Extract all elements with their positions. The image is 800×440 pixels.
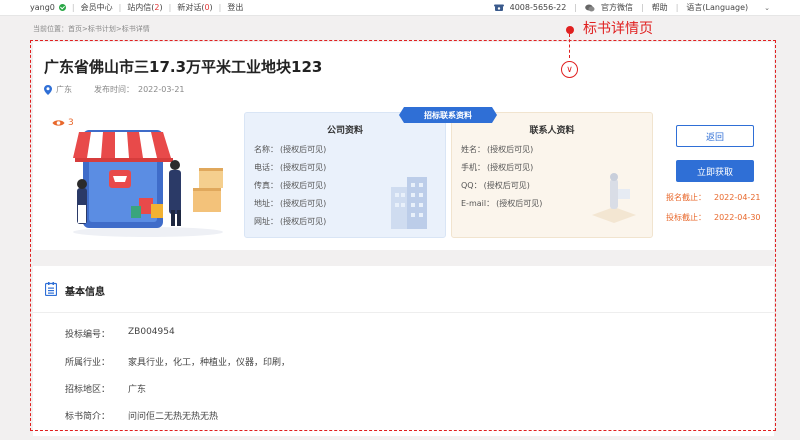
username[interactable]: yang0 [30, 3, 55, 12]
building-icon [391, 177, 427, 229]
inbox-link[interactable]: 站内信(2) [127, 2, 162, 13]
info-row-summary: 标书简介： 问问佢二无热无热无热 [65, 412, 219, 422]
basic-info-section: 基本信息 投标编号： ZB004954 所属行业： 家具行业，化工，种植业，仪器，印… [33, 266, 774, 436]
contact-row-name: 姓名： (授权后可见) [461, 145, 534, 154]
signup-deadline: 报名截止： 2022-04-21 [666, 193, 761, 202]
annotation-dot [566, 26, 574, 34]
phone-icon [493, 4, 504, 11]
help-link[interactable]: 帮助 [652, 2, 668, 13]
language-select[interactable]: 语言(Language) [686, 2, 748, 13]
contact-rows: 姓名： (授权后可见) 手机： (授权后可见) QQ： (授权后可见) E-mail：… [461, 141, 542, 213]
document-icon [45, 282, 57, 296]
member-center-link[interactable]: 会员中心 [81, 2, 113, 13]
breadcrumb: 当前位置：首页>标书计划>标书详情 [33, 25, 150, 33]
contact-info-ribbon: 招标联系资料 [399, 107, 497, 123]
annotation-label: 标书详情页 [583, 21, 653, 37]
company-rows: 名称： (授权后可见) 电话： (授权后可见) 传真： (授权后可见) 地址： (授权后… [254, 141, 326, 231]
location-pin-icon [44, 84, 52, 95]
contact-panel-title: 联系人资料 [529, 126, 575, 136]
info-row-bid-number: 投标编号： ZB004954 [65, 327, 175, 340]
meta-row: 广东 发布时间： 2022-03-21 [44, 84, 185, 95]
logout-link[interactable]: 登出 [227, 2, 243, 13]
contact-row-email: E-mail： (授权后可见) [461, 199, 543, 208]
chevron-down-icon: ⌄ [764, 3, 770, 12]
info-row-region: 招标地区： 广东 [65, 385, 147, 395]
bid-deadline: 投标截止： 2022-04-30 [666, 213, 761, 222]
wechat-icon [585, 4, 595, 11]
annotation-chevron-down-icon: ∨ [561, 61, 578, 78]
view-count: 3 [52, 118, 74, 128]
company-row-name: 名称： (授权后可见) [254, 145, 327, 154]
tender-detail-card: 广东省佛山市三17.3万平米工业地块123 广东 发布时间： 2022-03-2… [33, 42, 774, 250]
view-count-value: 3 [68, 118, 74, 128]
basic-info-header: 基本信息 [33, 266, 774, 313]
company-row-website: 网址： (授权后可见) [254, 217, 327, 226]
person-figure-illustration [592, 173, 636, 223]
company-row-fax: 传真： (授权后可见) [254, 181, 327, 190]
new-messages-link[interactable]: 新对话(0) [177, 2, 212, 13]
contact-row-qq: QQ： (授权后可见) [461, 181, 530, 190]
basic-info-title: 基本信息 [65, 287, 105, 298]
shop-illustration [73, 130, 223, 237]
location-text: 广东 [56, 85, 72, 94]
contact-row-mobile: 手机： (授权后可见) [461, 163, 534, 172]
wechat-link[interactable]: 官方微信 [601, 2, 633, 13]
back-button[interactable]: 返回 [676, 125, 754, 147]
verified-check-icon [58, 4, 66, 11]
phone-number: 4008-5656-22 [509, 3, 567, 12]
annotation-leader-line [569, 34, 570, 58]
company-row-phone: 电话： (授权后可见) [254, 163, 327, 172]
contact-info-panel: 联系人资料 姓名： (授权后可见) 手机： (授权后可见) QQ： (授权后可见) E… [451, 112, 653, 238]
company-info-panel: 公司资料 名称： (授权后可见) 电话： (授权后可见) 传真： (授权后可见) 地址… [244, 112, 446, 238]
company-panel-title: 公司资料 [326, 126, 363, 136]
company-row-address: 地址： (授权后可见) [254, 199, 327, 208]
top-bar: yang0 | 会员中心 | 站内信(2) | 新对话(0) | 登出 4008… [0, 0, 800, 16]
publish-date: 2022-03-21 [138, 85, 185, 94]
page-title: 广东省佛山市三17.3万平米工业地块123 [44, 58, 323, 76]
get-now-button[interactable]: 立即获取 [676, 160, 754, 182]
publish-label: 发布时间： [94, 85, 134, 94]
info-row-industry: 所属行业： 家具行业，化工，种植业，仪器，印刷， [65, 358, 291, 368]
eye-icon [52, 120, 65, 126]
